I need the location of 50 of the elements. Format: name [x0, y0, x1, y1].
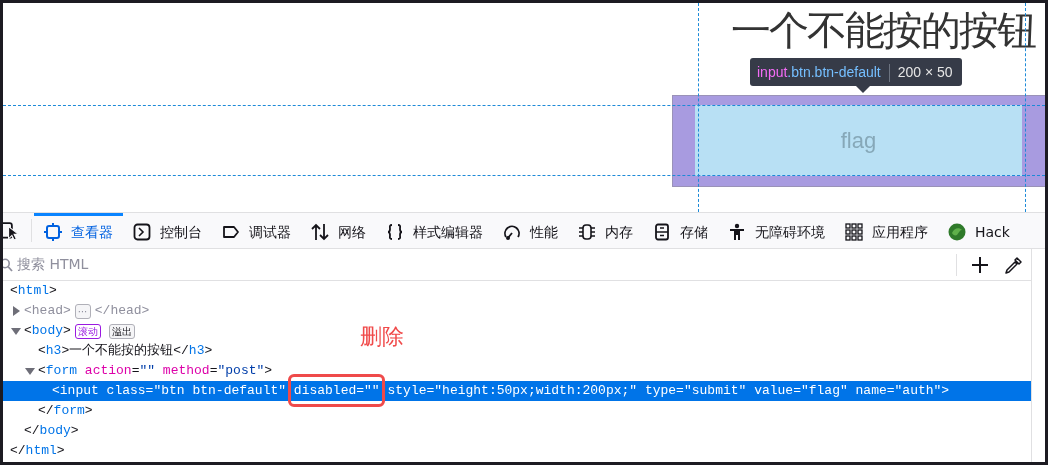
devtools-tab[interactable]: 内存	[568, 213, 643, 248]
collapsed-arrow-icon[interactable]	[11, 306, 21, 316]
code-text: <input class="btn btn-default" disabled="" style="height:50px;width:200px;" type="submit" value="flag" name="auth">	[52, 382, 950, 401]
expanded-arrow-icon[interactable]	[11, 326, 21, 336]
tree-row[interactable]: <input class="btn btn-default" disabled="" style="height:50px;width:200px;" type="submit" value="flag" name="auth">	[3, 381, 1031, 401]
annotation-label: 删除	[360, 323, 404, 351]
tree-row[interactable]: <form action="" method="post">	[3, 361, 273, 381]
devtools-tab[interactable]: 性能	[493, 213, 568, 248]
page-heading: 一个不能按的按钮	[731, 7, 1035, 53]
node-badge[interactable]: 滚动	[74, 323, 101, 339]
inspector-icon	[44, 223, 62, 241]
code-text: <h3>一个不能按的按钮</h3>	[38, 342, 213, 361]
devtools-tab[interactable]: 查看器	[34, 213, 123, 248]
eyedropper-icon	[1005, 255, 1023, 274]
devtools-tab[interactable]: 无障碍环境	[718, 213, 835, 248]
element-tooltip: input.btn.btn-default 200 × 50	[750, 58, 962, 86]
code-text: </head>	[94, 302, 150, 321]
devtools-tab[interactable]: 网络	[301, 213, 376, 248]
chip-icon	[578, 223, 596, 241]
code-text: </html>	[10, 442, 65, 461]
code-text: </form>	[38, 402, 93, 421]
devtools-tab[interactable]: 控制台	[123, 213, 212, 248]
gauge-icon	[503, 223, 521, 241]
code-text: <html>	[10, 282, 57, 301]
devtools-tab[interactable]: 样式编辑器	[376, 213, 493, 248]
node-badge[interactable]: 溢出	[108, 323, 135, 339]
code-text: <form action="" method="post">	[38, 362, 273, 381]
devtools-tab[interactable]: Hack	[938, 213, 1020, 248]
tooltip-pointer	[856, 86, 870, 93]
search-icon	[3, 257, 13, 272]
up-down-arrows-icon	[311, 223, 329, 241]
search-field[interactable]: 搜索 HTML	[13, 254, 956, 275]
expanded-arrow-icon[interactable]	[25, 366, 35, 376]
tree-row[interactable]: <html>	[3, 281, 57, 301]
cabinet-icon	[653, 223, 671, 241]
person-icon	[728, 223, 746, 241]
tree-row[interactable]: <body> 滚动 溢出	[3, 321, 139, 341]
console-icon	[133, 223, 151, 241]
code-text: <body>	[24, 322, 71, 341]
grid-icon	[845, 223, 863, 241]
devtools-tab[interactable]: 存储	[643, 213, 718, 248]
addon-icon	[948, 223, 966, 241]
plus-icon	[971, 255, 989, 274]
devtools-tab[interactable]: 调试器	[212, 213, 301, 248]
tag-icon	[222, 223, 240, 241]
code-text: <head>	[24, 302, 71, 321]
code-text: </body>	[24, 422, 79, 441]
braces-icon	[386, 223, 404, 241]
tree-row[interactable]: <h3>一个不能按的按钮</h3>	[3, 341, 213, 361]
devtools-tab[interactable]: 应用程序	[835, 213, 938, 248]
